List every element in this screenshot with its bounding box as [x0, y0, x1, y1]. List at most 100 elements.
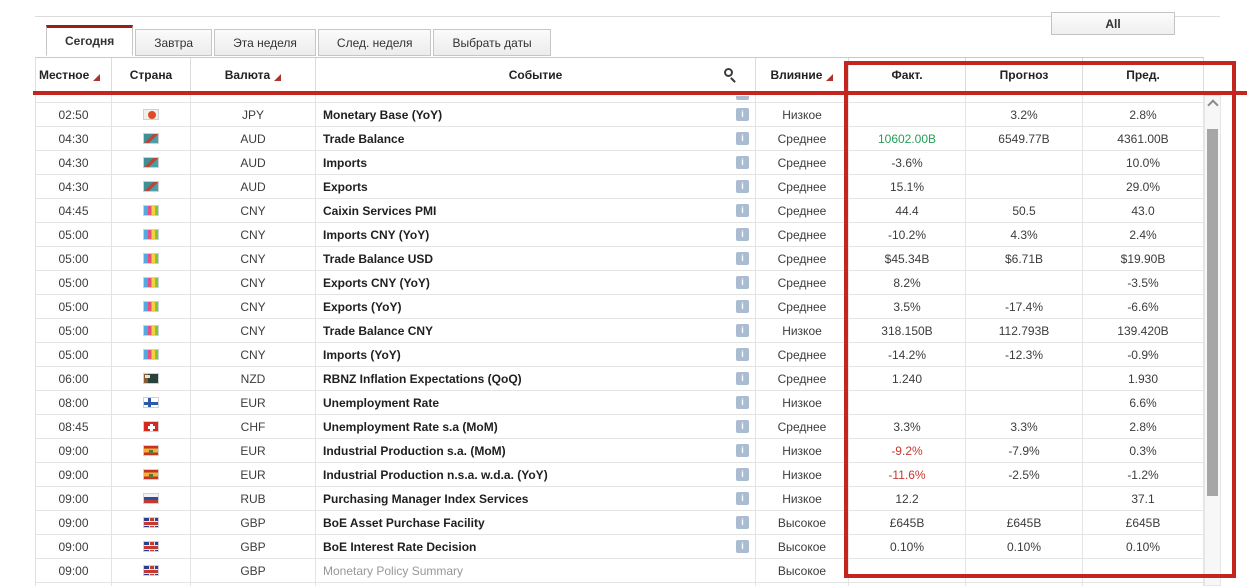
event-link[interactable]: Unemployment Rate [323, 396, 439, 410]
event-time: 05:00 [36, 319, 112, 343]
tab-select-dates[interactable]: Выбрать даты [433, 29, 550, 56]
currency-code: CNY [191, 223, 316, 247]
currency-code-text: EUR [240, 396, 265, 410]
info-icon[interactable]: i [736, 204, 749, 217]
event-link[interactable]: Monetary Policy Summary [323, 564, 463, 578]
info-icon[interactable]: i [736, 276, 749, 289]
tab-this-week[interactable]: Эта неделя [214, 29, 316, 56]
country-cell [112, 367, 191, 391]
event-link[interactable]: Purchasing Manager Index Services [323, 492, 528, 506]
info-icon[interactable]: i [736, 132, 749, 145]
event-time-text: 06:00 [58, 372, 88, 386]
event-link[interactable]: Unemployment Rate s.a (MoM) [323, 420, 498, 434]
event-link[interactable]: Monetary Base (YoY) [323, 108, 442, 122]
all-filter-button[interactable]: All [1051, 12, 1175, 35]
column-header-currency[interactable]: Валюта [191, 58, 316, 91]
event-link[interactable]: Caixin Services PMI [323, 204, 436, 218]
country-flag-icon-cn [143, 325, 159, 336]
currency-code: JPY [191, 103, 316, 127]
info-icon[interactable]: i [736, 420, 749, 433]
event-cell: Exports (YoY) i [316, 295, 756, 319]
country-cell [112, 295, 191, 319]
event-cell: Imports CNY (YoY) i [316, 223, 756, 247]
info-icon[interactable]: i [736, 348, 749, 361]
info-icon[interactable]: i [736, 492, 749, 505]
info-icon[interactable]: i [736, 516, 749, 529]
column-header-impact[interactable]: Влияние [756, 58, 849, 91]
event-link[interactable]: RBNZ Inflation Expectations (QoQ) [323, 372, 522, 386]
country-cell [112, 199, 191, 223]
country-flag-icon-cn [143, 229, 159, 240]
column-header-time[interactable]: Местное [36, 58, 112, 91]
event-time: 09:00 [36, 439, 112, 463]
event-link[interactable]: Industrial Production n.s.a. w.d.a. (YoY… [323, 468, 548, 482]
currency-code: CNY [191, 343, 316, 367]
event-time-text: 04:30 [58, 180, 88, 194]
event-time: 04:30 [36, 151, 112, 175]
currency-code: CNY [191, 319, 316, 343]
impact-level: Высокое [756, 535, 849, 559]
impact-level-text: Среднее [778, 228, 827, 242]
info-icon[interactable]: i [736, 540, 749, 553]
country-cell [112, 463, 191, 487]
country-flag-icon-cn [143, 349, 159, 360]
event-link[interactable]: Exports [323, 180, 368, 194]
event-link[interactable]: BoE Interest Rate Decision [323, 540, 476, 554]
info-icon[interactable]: i [736, 372, 749, 385]
info-icon[interactable]: i [736, 444, 749, 457]
event-link[interactable]: Industrial Production s.a. (MoM) [323, 444, 506, 458]
event-time-text: 05:00 [58, 276, 88, 290]
column-header-label: Страна [130, 68, 172, 82]
info-icon[interactable]: i [736, 156, 749, 169]
info-icon[interactable]: i [736, 468, 749, 481]
impact-level: Высокое [756, 511, 849, 535]
impact-level-text: Среднее [778, 252, 827, 266]
annotation-red-rectangle [844, 61, 1236, 578]
currency-code-text: CNY [240, 348, 265, 362]
column-header-country: Страна [112, 58, 191, 91]
event-link[interactable]: Imports (YoY) [323, 348, 401, 362]
event-link[interactable]: Imports [323, 156, 367, 170]
info-icon[interactable]: i [736, 108, 749, 121]
impact-level-text: Среднее [778, 156, 827, 170]
event-link[interactable]: Trade Balance [323, 132, 404, 146]
info-icon[interactable]: i [736, 252, 749, 265]
country-cell [112, 127, 191, 151]
country-cell [112, 535, 191, 559]
event-time-text: 09:00 [58, 516, 88, 530]
country-cell [112, 175, 191, 199]
tab-next-week[interactable]: След. неделя [318, 29, 432, 56]
info-icon[interactable]: i [736, 396, 749, 409]
info-icon[interactable]: i [736, 228, 749, 241]
impact-level: Низкое [756, 463, 849, 487]
info-icon[interactable]: i [736, 180, 749, 193]
country-cell [112, 439, 191, 463]
event-time-text: 05:00 [58, 252, 88, 266]
search-icon[interactable] [724, 68, 733, 77]
event-time-text: 08:45 [58, 420, 88, 434]
info-icon[interactable]: i [736, 300, 749, 313]
country-cell [112, 559, 191, 583]
event-link[interactable]: BoE Asset Purchase Facility [323, 516, 485, 530]
event-link[interactable]: Imports CNY (YoY) [323, 228, 429, 242]
tab-tomorrow[interactable]: Завтра [135, 29, 212, 56]
event-link[interactable]: Exports CNY (YoY) [323, 276, 430, 290]
info-icon[interactable]: i [736, 324, 749, 337]
impact-level: Среднее [756, 295, 849, 319]
impact-level: Среднее [756, 127, 849, 151]
country-flag-icon-gb [143, 517, 159, 528]
currency-code-text: CNY [240, 252, 265, 266]
event-cell: BoE Interest Rate Decision i [316, 535, 756, 559]
event-link[interactable]: Trade Balance USD [323, 252, 433, 266]
event-link[interactable]: Trade Balance CNY [323, 324, 433, 338]
country-flag-icon-fi [143, 397, 159, 408]
country-flag-icon-au [143, 181, 159, 192]
currency-code: EUR [191, 391, 316, 415]
tab-today[interactable]: Сегодня [46, 25, 133, 56]
event-time-text: 04:45 [58, 204, 88, 218]
impact-level-text: Среднее [778, 276, 827, 290]
event-time: 09:00 [36, 487, 112, 511]
event-link[interactable]: Exports (YoY) [323, 300, 401, 314]
event-cell: Trade Balance i [316, 127, 756, 151]
event-time: 04:45 [36, 199, 112, 223]
